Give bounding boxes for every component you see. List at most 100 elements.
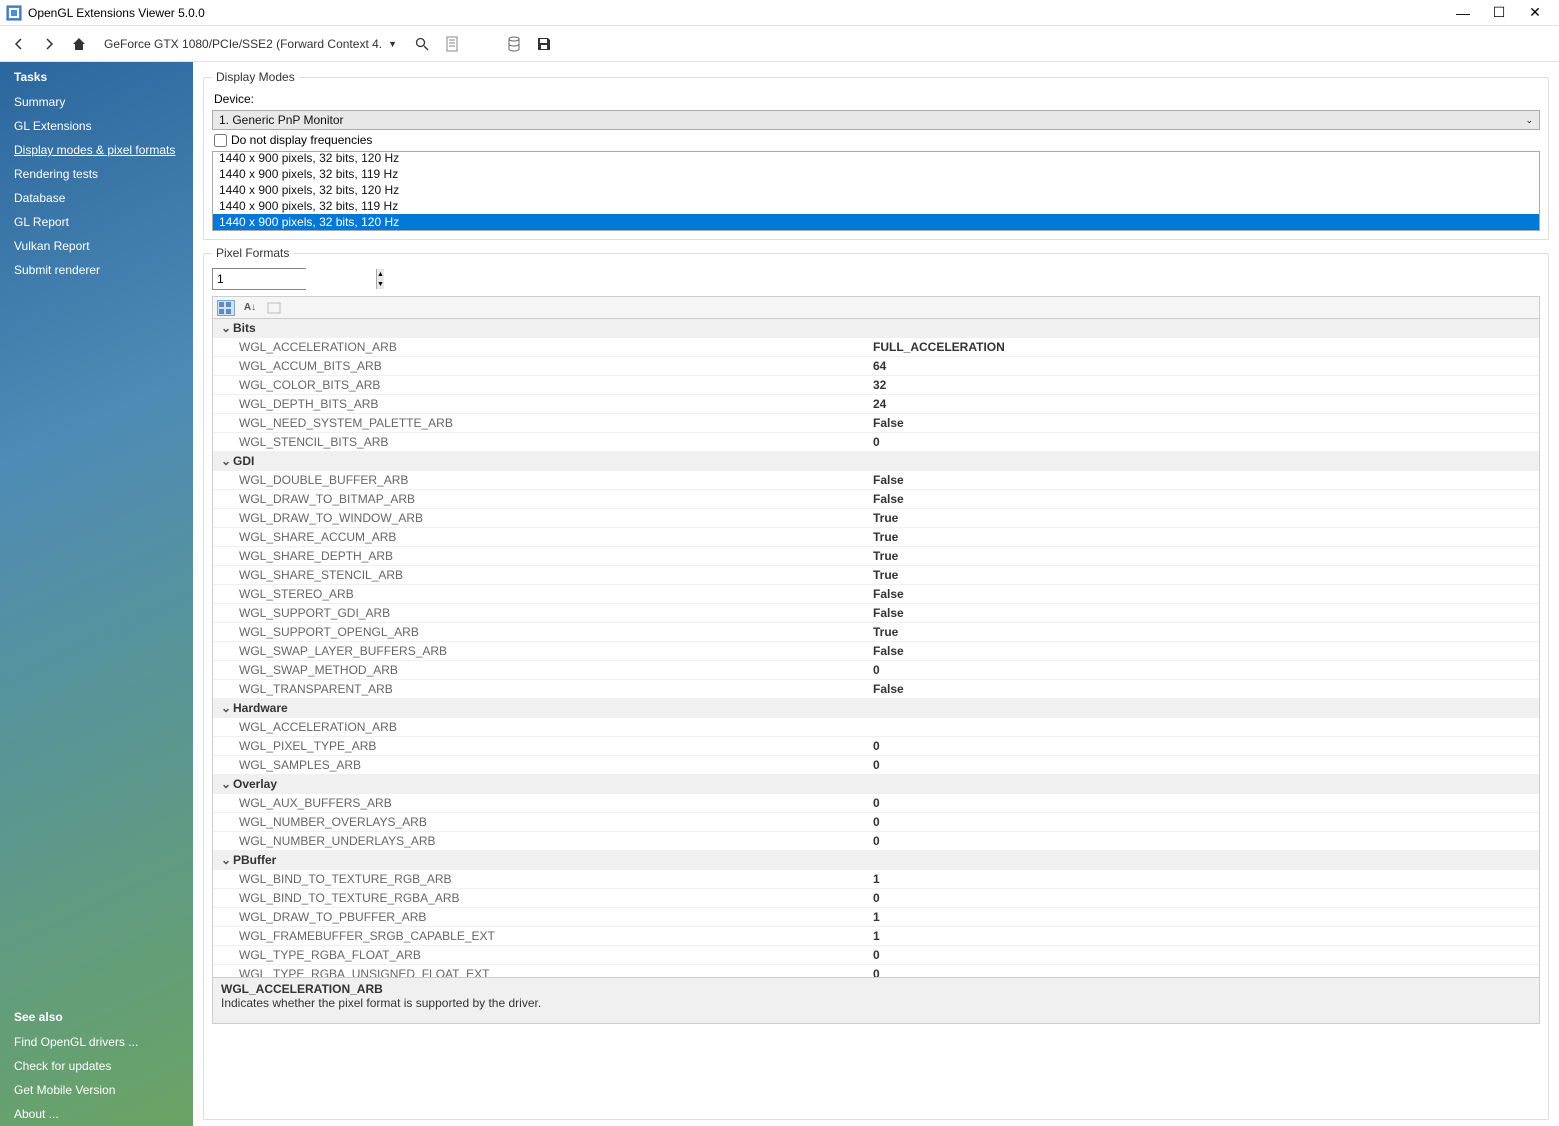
property-value: 1 — [873, 927, 1539, 945]
property-name: WGL_SUPPORT_GDI_ARB — [213, 604, 873, 622]
hide-frequencies-checkbox[interactable] — [214, 134, 227, 147]
property-row[interactable]: WGL_SHARE_ACCUM_ARBTrue — [213, 528, 1539, 547]
property-row[interactable]: WGL_TYPE_RGBA_FLOAT_ARB0 — [213, 946, 1539, 965]
tasks-header: Tasks — [0, 62, 193, 90]
forward-button[interactable] — [40, 35, 58, 53]
property-row[interactable]: WGL_SHARE_DEPTH_ARBTrue — [213, 547, 1539, 566]
property-name: WGL_BIND_TO_TEXTURE_RGB_ARB — [213, 870, 873, 888]
property-value: 0 — [873, 794, 1539, 812]
sidebar-item-gl-extensions[interactable]: GL Extensions — [0, 114, 193, 138]
display-mode-item[interactable]: 1440 x 900 pixels, 32 bits, 120 Hz — [213, 182, 1539, 198]
sidebar-item-vulkan-report[interactable]: Vulkan Report — [0, 234, 193, 258]
property-row[interactable]: WGL_DRAW_TO_BITMAP_ARBFalse — [213, 490, 1539, 509]
device-label: Device: — [214, 92, 254, 106]
property-row[interactable]: WGL_ACCUM_BITS_ARB64 — [213, 357, 1539, 376]
property-name: WGL_ACCELERATION_ARB — [213, 718, 873, 736]
pixel-formats-legend: Pixel Formats — [212, 246, 293, 260]
property-row[interactable]: WGL_NEED_SYSTEM_PALETTE_ARBFalse — [213, 414, 1539, 433]
device-dropdown[interactable]: 1. Generic PnP Monitor ⌄ — [212, 110, 1540, 130]
property-row[interactable]: WGL_NUMBER_UNDERLAYS_ARB0 — [213, 832, 1539, 851]
property-pages-button[interactable] — [265, 300, 283, 316]
sidebar-item-submit-renderer[interactable]: Submit renderer — [0, 258, 193, 282]
property-row[interactable]: WGL_DRAW_TO_WINDOW_ARBTrue — [213, 509, 1539, 528]
property-row[interactable]: WGL_SAMPLES_ARB0 — [213, 756, 1539, 775]
property-row[interactable]: WGL_COLOR_BITS_ARB32 — [213, 376, 1539, 395]
back-button[interactable] — [10, 35, 28, 53]
format-index-input[interactable] — [213, 269, 376, 289]
property-row[interactable]: WGL_SHARE_STENCIL_ARBTrue — [213, 566, 1539, 585]
property-grid[interactable]: ⌄ BitsWGL_ACCELERATION_ARBFULL_ACCELERAT… — [212, 318, 1540, 978]
property-name: WGL_DOUBLE_BUFFER_ARB — [213, 471, 873, 489]
spinner-down-button[interactable]: ▼ — [376, 279, 384, 289]
property-row[interactable]: WGL_ACCELERATION_ARBFULL_ACCELERATION — [213, 338, 1539, 357]
property-row[interactable]: WGL_DRAW_TO_PBUFFER_ARB1 — [213, 908, 1539, 927]
property-name: WGL_ACCUM_BITS_ARB — [213, 357, 873, 375]
property-row[interactable]: WGL_NUMBER_OVERLAYS_ARB0 — [213, 813, 1539, 832]
display-mode-item[interactable]: 1440 x 900 pixels, 32 bits, 119 Hz — [213, 166, 1539, 182]
property-group-header[interactable]: ⌄ Bits — [213, 319, 1539, 338]
sidebar-item-display-modes[interactable]: Display modes & pixel formats — [0, 138, 193, 162]
property-row[interactable]: WGL_ACCELERATION_ARB — [213, 718, 1539, 737]
property-row[interactable]: WGL_STEREO_ARBFalse — [213, 585, 1539, 604]
display-mode-item[interactable]: 1440 x 900 pixels, 32 bits, 120 Hz — [213, 151, 1539, 166]
maximize-button[interactable]: ☐ — [1481, 1, 1517, 25]
save-icon[interactable] — [535, 35, 553, 53]
property-group-header[interactable]: ⌄ PBuffer — [213, 851, 1539, 870]
close-button[interactable]: ✕ — [1517, 1, 1553, 25]
collapse-icon[interactable]: ⌄ — [219, 452, 233, 470]
format-index-spinner[interactable]: ▲ ▼ — [212, 268, 306, 290]
collapse-icon[interactable]: ⌄ — [219, 851, 233, 869]
property-value: False — [873, 414, 1539, 432]
sidebar-item-summary[interactable]: Summary — [0, 90, 193, 114]
property-row[interactable]: WGL_PIXEL_TYPE_ARB0 — [213, 737, 1539, 756]
minimize-button[interactable]: — — [1445, 1, 1481, 25]
property-row[interactable]: WGL_SUPPORT_OPENGL_ARBTrue — [213, 623, 1539, 642]
categorized-button[interactable] — [217, 300, 235, 316]
spinner-up-button[interactable]: ▲ — [376, 269, 384, 279]
display-mode-item[interactable]: 1440 x 900 pixels, 32 bits, 120 Hz — [213, 214, 1539, 230]
property-row[interactable]: WGL_STENCIL_BITS_ARB0 — [213, 433, 1539, 452]
app-icon — [6, 5, 22, 21]
property-row[interactable]: WGL_SWAP_LAYER_BUFFERS_ARBFalse — [213, 642, 1539, 661]
database-icon[interactable] — [505, 35, 523, 53]
sidebar-find-drivers[interactable]: Find OpenGL drivers ... — [0, 1030, 193, 1054]
collapse-icon[interactable]: ⌄ — [219, 699, 233, 717]
property-name: WGL_DRAW_TO_BITMAP_ARB — [213, 490, 873, 508]
property-name: WGL_NUMBER_UNDERLAYS_ARB — [213, 832, 873, 850]
property-name: WGL_TYPE_RGBA_UNSIGNED_FLOAT_EXT — [213, 965, 873, 978]
sidebar-mobile-version[interactable]: Get Mobile Version — [0, 1078, 193, 1102]
document-icon[interactable] — [443, 35, 461, 53]
display-mode-item[interactable]: 1440 x 900 pixels, 32 bits, 119 Hz — [213, 198, 1539, 214]
search-icon[interactable] — [413, 35, 431, 53]
sidebar-item-database[interactable]: Database — [0, 186, 193, 210]
property-value: True — [873, 528, 1539, 546]
property-value: True — [873, 566, 1539, 584]
sidebar-check-updates[interactable]: Check for updates — [0, 1054, 193, 1078]
property-row[interactable]: WGL_DEPTH_BITS_ARB24 — [213, 395, 1539, 414]
property-name: WGL_PIXEL_TYPE_ARB — [213, 737, 873, 755]
property-group-header[interactable]: ⌄ Hardware — [213, 699, 1539, 718]
property-row[interactable]: WGL_SWAP_METHOD_ARB0 — [213, 661, 1539, 680]
collapse-icon[interactable]: ⌄ — [219, 775, 233, 793]
property-row[interactable]: WGL_BIND_TO_TEXTURE_RGBA_ARB0 — [213, 889, 1539, 908]
property-row[interactable]: WGL_SUPPORT_GDI_ARBFalse — [213, 604, 1539, 623]
alphabetical-button[interactable]: A↓ — [241, 300, 259, 316]
property-row[interactable]: WGL_AUX_BUFFERS_ARB0 — [213, 794, 1539, 813]
home-button[interactable] — [70, 35, 88, 53]
sidebar-item-rendering-tests[interactable]: Rendering tests — [0, 162, 193, 186]
sidebar-about[interactable]: About ... — [0, 1102, 193, 1126]
property-group-header[interactable]: ⌄ Overlay — [213, 775, 1539, 794]
property-value: True — [873, 547, 1539, 565]
property-description: WGL_ACCELERATION_ARB Indicates whether t… — [212, 978, 1540, 1024]
property-row[interactable]: WGL_FRAMEBUFFER_SRGB_CAPABLE_EXT1 — [213, 927, 1539, 946]
property-group-header[interactable]: ⌄ GDI — [213, 452, 1539, 471]
property-row[interactable]: WGL_TRANSPARENT_ARBFalse — [213, 680, 1539, 699]
sidebar-item-gl-report[interactable]: GL Report — [0, 210, 193, 234]
property-row[interactable]: WGL_TYPE_RGBA_UNSIGNED_FLOAT_EXT0 — [213, 965, 1539, 978]
property-row[interactable]: WGL_DOUBLE_BUFFER_ARBFalse — [213, 471, 1539, 490]
display-modes-list[interactable]: 1440 x 900 pixels, 32 bits, 120 Hz1440 x… — [212, 151, 1540, 231]
gpu-selector[interactable]: GeForce GTX 1080/PCIe/SSE2 (Forward Cont… — [100, 37, 401, 51]
property-row[interactable]: WGL_BIND_TO_TEXTURE_RGB_ARB1 — [213, 870, 1539, 889]
gpu-label: GeForce GTX 1080/PCIe/SSE2 (Forward Cont… — [104, 37, 382, 51]
collapse-icon[interactable]: ⌄ — [219, 319, 233, 337]
